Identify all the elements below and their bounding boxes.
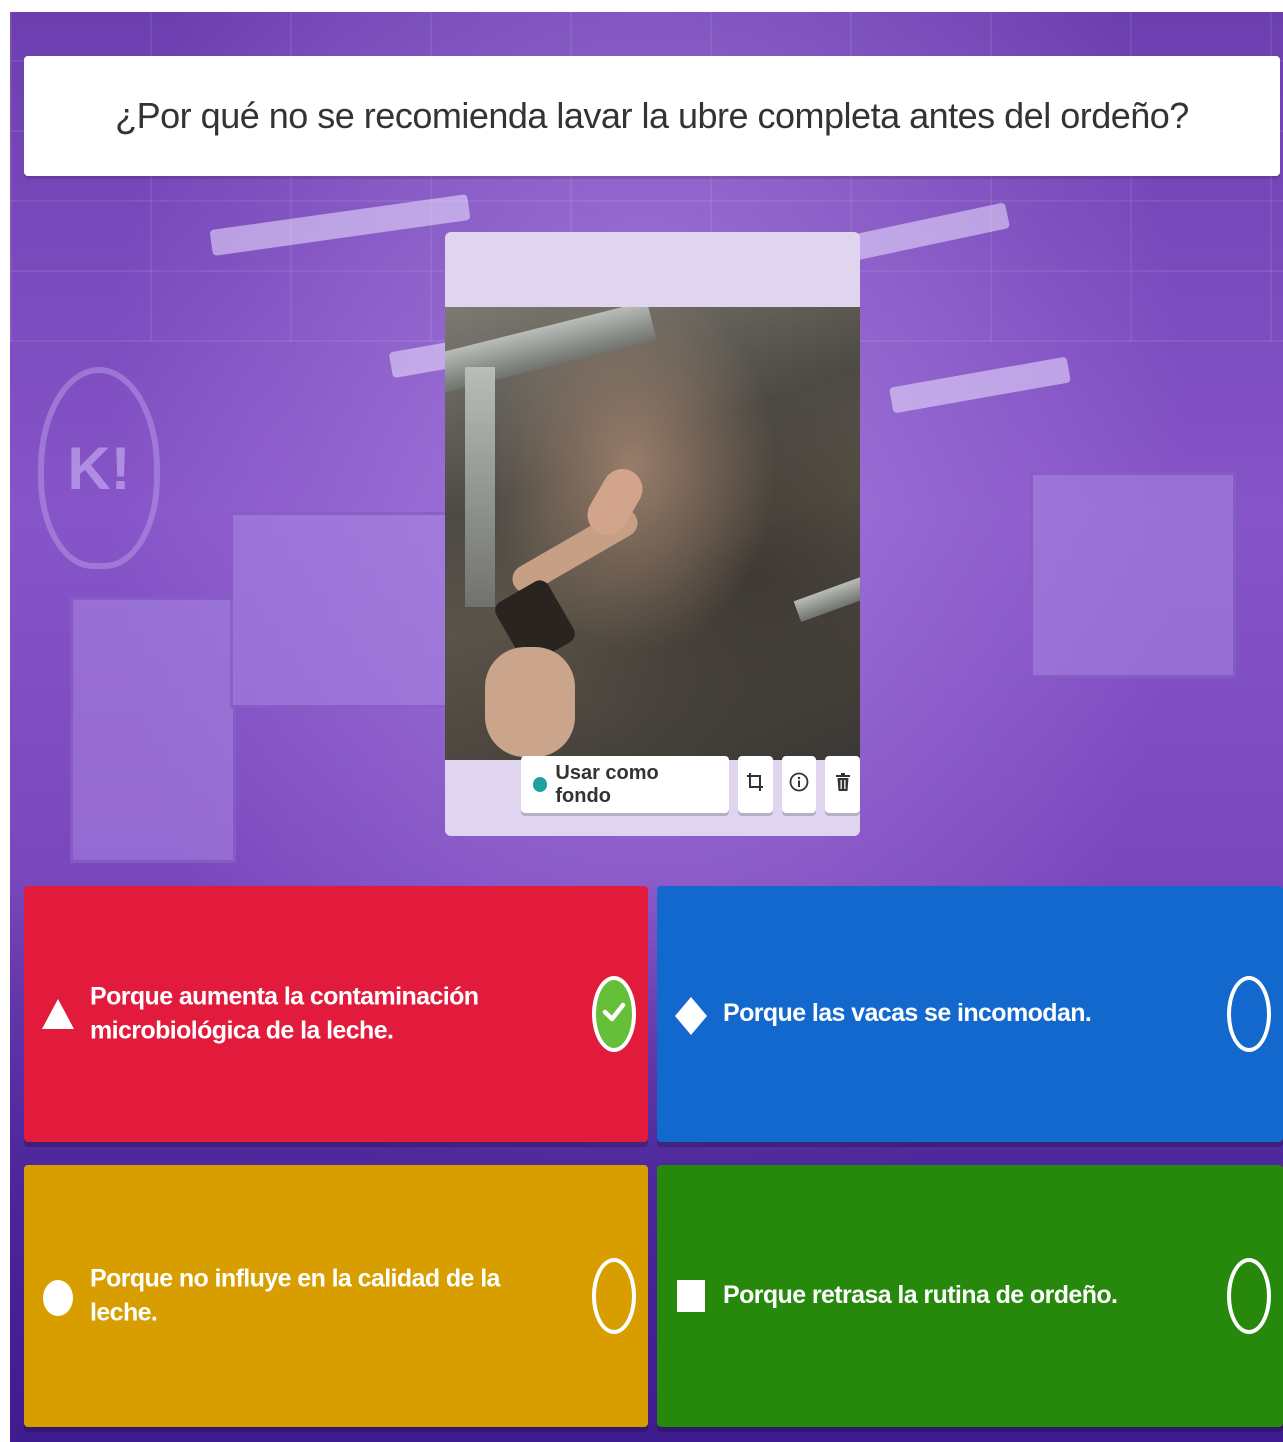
correct-check-toggle[interactable]: [592, 1258, 636, 1334]
question-image[interactable]: [445, 307, 860, 760]
checkmark-icon: [600, 998, 628, 1031]
square-icon: [673, 1278, 709, 1314]
logo-crest-icon: K!: [38, 367, 160, 569]
diamond-icon: [673, 996, 709, 1035]
question-text: ¿Por qué no se recomienda lavar la ubre …: [115, 95, 1189, 136]
info-icon: [789, 772, 809, 798]
wall-door: [70, 597, 236, 863]
correct-check-toggle[interactable]: [1227, 976, 1271, 1052]
ceiling-light: [889, 356, 1071, 414]
circle-icon: [40, 1278, 76, 1316]
answer-option-2[interactable]: Porque las vacas se incomodan.: [657, 886, 1283, 1142]
triangle-icon: [40, 996, 76, 1032]
background-icon: [533, 777, 548, 792]
media-card: Usar como fondo: [445, 232, 861, 836]
answer-option-4[interactable]: Porque retrasa la rutina de ordeño.: [657, 1165, 1283, 1427]
correct-check-toggle[interactable]: [592, 976, 636, 1052]
crop-button[interactable]: [738, 756, 773, 813]
answer-text: Porque aumenta la contaminación microbio…: [90, 982, 479, 1044]
question-bar[interactable]: ¿Por qué no se recomienda lavar la ubre …: [24, 56, 1280, 176]
correct-check-toggle[interactable]: [1227, 1258, 1271, 1334]
answer-text: Porque las vacas se incomodan.: [723, 999, 1092, 1028]
trash-icon: [835, 772, 851, 798]
answer-text: Porque no influye en la calidad de la le…: [90, 1264, 500, 1326]
answer-text: Porque retrasa la rutina de ordeño.: [723, 1281, 1118, 1310]
use-as-background-label: Usar como fondo: [555, 761, 659, 807]
crop-icon: [746, 772, 764, 798]
answer-option-1[interactable]: Porque aumenta la contaminación microbio…: [24, 886, 648, 1142]
use-as-background-button[interactable]: Usar como fondo: [521, 756, 730, 813]
image-toolbar: Usar como fondo: [521, 756, 861, 813]
info-button[interactable]: [781, 756, 817, 813]
wall-board: [230, 512, 461, 708]
wall-window: [1030, 472, 1236, 678]
delete-button[interactable]: [825, 756, 861, 813]
answer-option-3[interactable]: Porque no influye en la calidad de la le…: [24, 1165, 648, 1427]
